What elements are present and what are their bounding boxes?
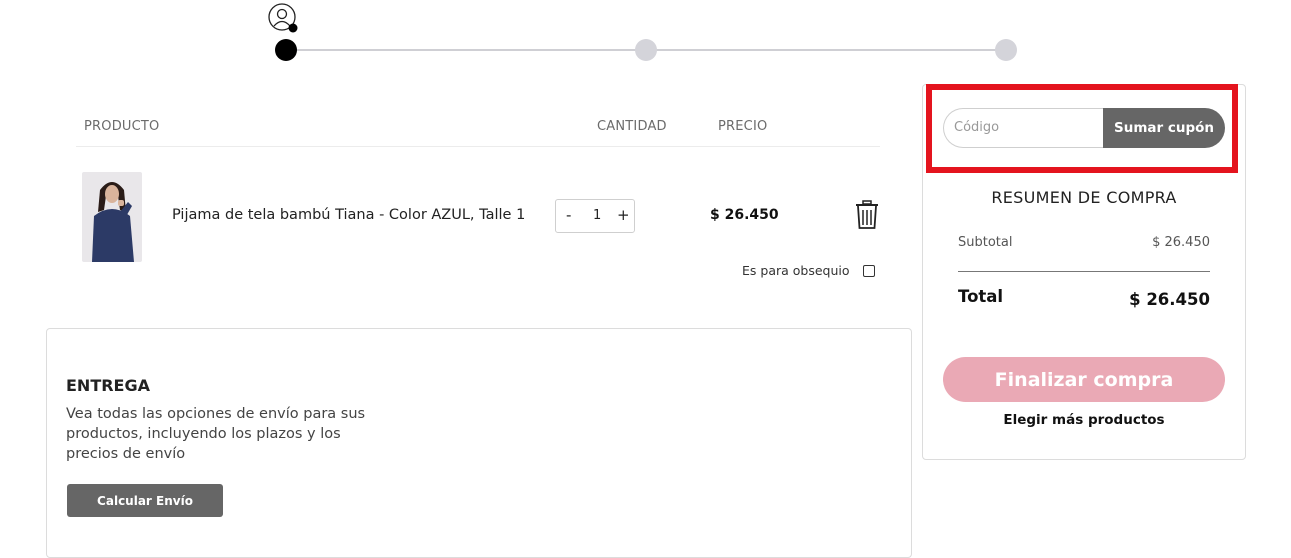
header-quantity: CANTIDAD [597,119,667,134]
product-image[interactable] [82,172,142,262]
subtotal-value: $ 26.450 [1152,235,1210,250]
calculate-shipping-button[interactable]: Calcular Envío [67,484,223,517]
coupon-highlight-box [926,84,1238,173]
quantity-value[interactable]: 1 [593,208,601,223]
product-name[interactable]: Pijama de tela bambú Tiana - Color AZUL,… [172,207,525,223]
increase-button[interactable]: + [617,206,630,224]
gift-checkbox[interactable] [863,265,875,277]
header-product: PRODUCTO [84,119,160,134]
gift-label: Es para obsequio [742,263,850,278]
step-1-dot [275,39,297,61]
delivery-description: Vea todas las opciones de envío para sus… [66,406,366,462]
user-icon[interactable] [268,3,298,33]
trash-icon[interactable] [854,200,880,230]
product-price: $ 26.450 [710,207,779,223]
header-price: PRECIO [718,119,768,134]
total-label: Total [958,287,1004,306]
total-value: $ 26.450 [1129,290,1210,309]
progress-line [286,49,646,51]
progress-line [646,49,1006,51]
header-divider [76,146,880,147]
step-3-dot [995,39,1017,61]
summary-divider [958,271,1210,272]
decrease-button[interactable]: - [566,206,571,224]
step-2-dot [635,39,657,61]
choose-more-products-link[interactable]: Elegir más productos [922,412,1246,428]
summary-title: RESUMEN DE COMPRA [991,188,1177,207]
delivery-title: ENTREGA [66,376,150,395]
subtotal-label: Subtotal [958,235,1013,250]
quantity-stepper: - 1 + [555,199,635,233]
checkout-button[interactable]: Finalizar compra [943,357,1225,402]
